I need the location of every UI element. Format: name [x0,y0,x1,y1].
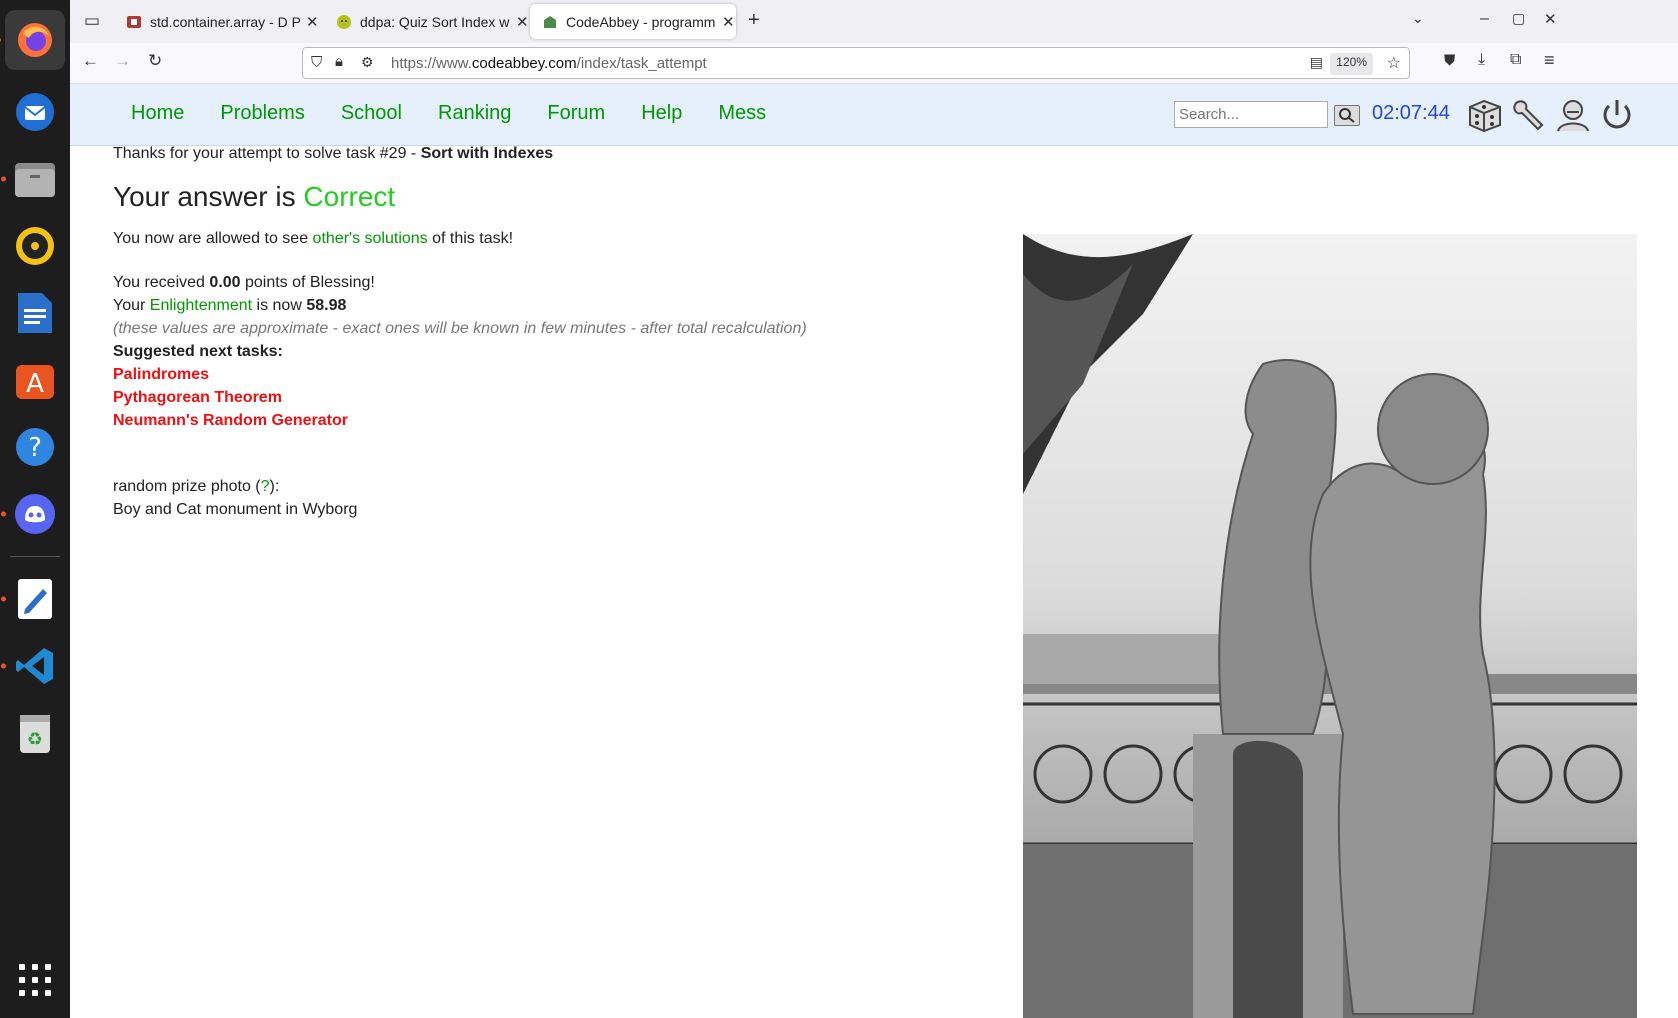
tab-title: CodeAbbey - programmin [566,13,716,30]
help-icon[interactable]: ? [10,422,60,472]
tab-ddpa-quiz[interactable]: ddpa: Quiz Sort Index wit ✕ [324,4,530,39]
search-icon [1339,108,1355,123]
clock: 02:07:44 [1372,102,1450,124]
close-window-icon[interactable]: ✕ [1544,10,1557,28]
rhythmbox-icon[interactable] [10,221,60,271]
show-apps-icon[interactable] [19,964,51,996]
pocket-icon[interactable]: ⛊ [1444,52,1455,69]
restore-icon[interactable]: ▢ [1512,10,1525,27]
suggested-task-link[interactable]: Pythagorean Theorem [113,389,282,406]
prize-help-link[interactable]: ? [261,478,270,495]
answer-status: Correct [303,181,396,212]
svg-text:♻: ♻ [27,729,43,750]
others-solutions-link[interactable]: other's solutions [313,230,428,247]
discord-icon[interactable] [1,489,60,539]
search-input[interactable] [1174,101,1328,128]
nav-mess[interactable]: Mess [718,102,766,125]
task-attempt-content: Thanks for your attempt to solve task #2… [113,142,1013,521]
tab-overview-icon[interactable]: ▭ [84,11,100,31]
downloads-icon[interactable]: ⤓ [1478,51,1485,69]
permissions-icon[interactable]: ⚙ [361,54,374,71]
dock-separator [10,556,60,557]
ubuntu-dock: A ? ♻ [0,0,70,1018]
answer-heading: Your answer is Correct [113,181,396,212]
codeabbey-icon [544,15,556,28]
tab-codeabbey[interactable]: CodeAbbey - programmin ✕ [530,4,736,39]
shield-icon[interactable]: ⛉ [311,54,322,71]
nav-ranking[interactable]: Ranking [438,102,511,125]
bookmark-star-icon[interactable]: ☆ [1387,53,1401,73]
minimize-icon[interactable]: – [1480,10,1489,28]
dice-icon[interactable] [1466,97,1504,133]
trash-icon[interactable]: ♻ [10,708,60,758]
suggested-task-link[interactable]: Neumann's Random Generator [113,412,348,429]
new-tab-icon[interactable]: + [748,9,760,32]
site-nav: Home Problems School Ranking Forum Help … [131,102,802,125]
list-tabs-chevron-down-icon[interactable]: ⌄ [1412,10,1424,27]
libreoffice-writer-icon[interactable] [10,288,60,338]
firefox-icon[interactable] [0,10,65,70]
extensions-icon[interactable]: ⧉ [1510,51,1521,69]
menu-icon[interactable]: ≡ [1544,50,1555,71]
files-icon[interactable] [1,154,60,204]
url-text[interactable]: https://www.codeabbey.com/index/task_att… [391,55,707,72]
tab-title: ddpa: Quiz Sort Index wit [360,13,510,30]
d-lang-icon [127,15,141,28]
blessing-points: 0.00 [209,274,241,291]
enlightenment-value: 58.98 [306,297,347,314]
navigation-toolbar: ← → ↻ ⛉ 🔒︎ ⚙ https://www.codeabbey.com/i… [70,43,1678,84]
task-name: Sort with Indexes [420,145,554,162]
nav-school[interactable]: School [341,102,402,125]
tab-bar: ▭ std.container.array - D Pr ✕ ddpa: Qui… [70,0,1678,43]
svg-text:A: A [26,369,44,399]
reload-icon[interactable]: ↻ [148,51,162,71]
svg-text:?: ? [28,433,42,463]
photo-caption: Boy and Cat monument in Wyborg [113,501,358,518]
close-tab-icon[interactable]: ✕ [306,13,319,31]
site-header: Home Problems School Ranking Forum Help … [70,84,1678,146]
reader-view-icon[interactable]: ▤ [1310,54,1323,71]
profile-icon[interactable] [1554,97,1592,133]
thanks-line: Thanks for your attempt to solve task #2… [113,145,554,162]
nav-home[interactable]: Home [131,102,184,125]
text-editor-icon[interactable] [1,574,60,624]
close-tab-icon[interactable]: ✕ [516,13,529,31]
nav-problems[interactable]: Problems [220,102,304,125]
address-bar[interactable]: ⛉ 🔒︎ ⚙ https://www.codeabbey.com/index/t… [302,47,1410,79]
thunderbird-icon[interactable] [10,87,60,137]
nav-help[interactable]: Help [641,102,682,125]
search-button[interactable] [1334,105,1360,126]
close-tab-icon[interactable]: ✕ [722,13,735,31]
enlightenment-link[interactable]: Enlightenment [150,297,252,314]
approximate-note: (these values are approximate - exact on… [113,320,807,337]
wrench-icon[interactable] [1510,97,1548,133]
prize-photo [1023,234,1637,1018]
lock-icon[interactable]: 🔒︎ [335,53,343,70]
solutions-line: You now are allowed to see other's solut… [113,230,514,247]
suggested-title: Suggested next tasks: [113,343,283,360]
forward-icon[interactable]: → [114,51,131,71]
prize-photo-label: random prize photo (?): [113,478,280,495]
back-icon[interactable]: ← [82,51,99,71]
nav-forum[interactable]: Forum [547,102,605,125]
blessing-line: You received 0.00 points of Blessing! [113,274,375,291]
app-center-icon[interactable]: A [10,355,60,405]
tab-title: std.container.array - D Pr [150,13,300,30]
logout-power-icon[interactable] [1598,97,1636,133]
vscode-icon[interactable] [1,641,60,691]
suggested-task-link[interactable]: Palindromes [113,366,209,383]
ddpa-icon [337,14,351,29]
tab-std-container-array[interactable]: std.container.array - D Pr ✕ [114,4,320,39]
enlightenment-line: Your Enlightenment is now 58.98 [113,297,347,314]
zoom-level[interactable]: 120% [1330,53,1373,75]
